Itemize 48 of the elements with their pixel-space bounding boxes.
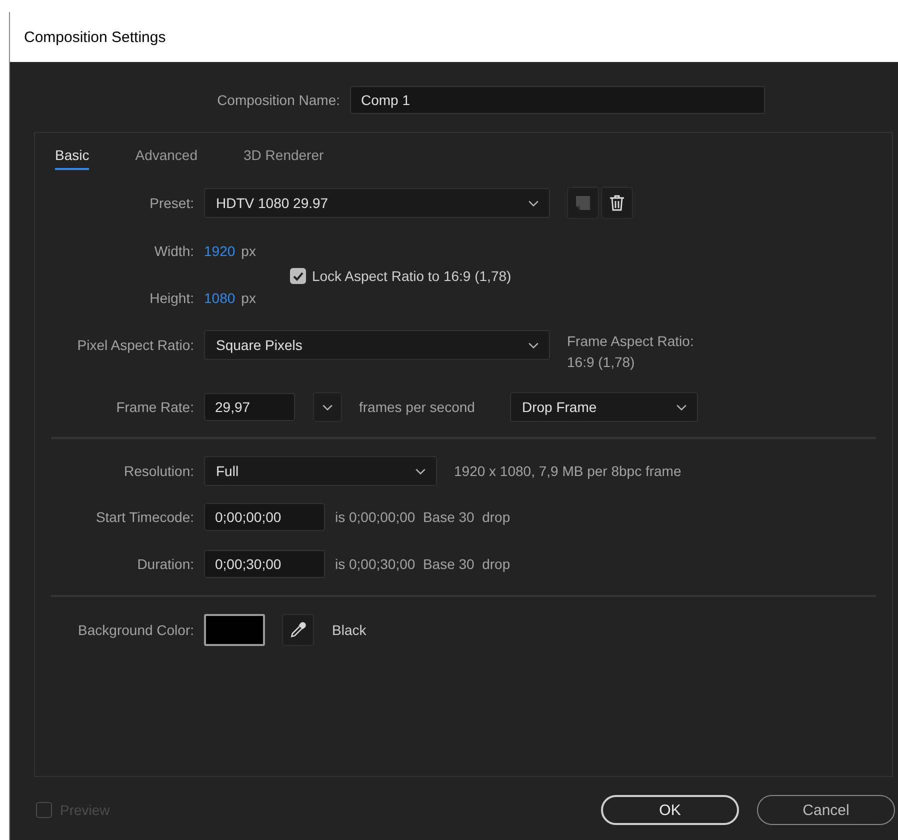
unit-label: frames per second (359, 399, 475, 415)
tab[interactable]: 3D Renderer (244, 143, 324, 170)
tab[interactable]: Advanced (135, 143, 198, 170)
tab[interactable]: Basic (55, 143, 90, 170)
chevron-icon (676, 404, 687, 410)
field-label: Composition Name: (216, 92, 340, 108)
ok-button[interactable]: OK (601, 795, 739, 825)
composition-name-field[interactable]: Comp 1 (350, 86, 765, 114)
eyedropper-button[interactable] (282, 614, 314, 646)
field-label: Frame Rate: (115, 399, 194, 415)
frame-aspect-label: Frame Aspect Ratio: (567, 332, 694, 351)
resolution-dropdown[interactable]: Full (204, 456, 437, 486)
field-label: Start Timecode: (94, 509, 194, 525)
eyedropper-icon (289, 621, 307, 639)
chevron-icon (322, 404, 333, 410)
frame-rate-field[interactable]: 29,97 (204, 393, 295, 421)
drop-frame-dropdown[interactable]: Drop Frame (510, 392, 698, 422)
window-title: Composition Settings (24, 28, 166, 46)
timecode-info: is 0;00;30;00 Base 30 drop (335, 556, 510, 572)
field-label: Resolution: (122, 463, 194, 479)
frame-rate-dropdown[interactable] (313, 392, 342, 422)
color-name: Black (332, 622, 366, 638)
preset-dropdown[interactable]: HDTV 1080 29.97 (204, 188, 550, 218)
field-label: Pixel Aspect Ratio: (76, 337, 194, 353)
frame-aspect-value: 16:9 (1,78) (567, 353, 636, 372)
width-value[interactable]: 1920 (204, 243, 236, 259)
resolution-info: 1920 x 1080, 7,9 MB per 8bpc frame (454, 463, 682, 479)
trash-icon (608, 194, 626, 212)
chevron-icon (528, 342, 539, 348)
unit-label: px (241, 290, 256, 306)
checkbox-label: Lock Aspect Ratio to 16:9 (1,78) (312, 268, 512, 284)
chevron-icon (528, 200, 539, 206)
field-label: Duration: (136, 556, 194, 572)
field-label: Width: (153, 243, 194, 259)
checkbox[interactable] (290, 268, 306, 284)
field-label: Height: (148, 290, 194, 306)
pixel-aspect-dropdown[interactable]: Square Pixels (204, 330, 550, 360)
height-value[interactable]: 1080 (204, 290, 236, 306)
delete-button[interactable] (601, 187, 633, 219)
color-swatch[interactable] (204, 614, 265, 646)
start-timecode-field[interactable]: 0;00;00;00 (204, 503, 325, 531)
duration-field[interactable]: 0;00;30;00 (204, 550, 325, 578)
field-label: Preset: (148, 195, 194, 211)
field-label: Background Color: (77, 622, 194, 638)
unit-label: px (241, 243, 256, 259)
cancel-button[interactable]: Cancel (757, 795, 895, 825)
timecode-info: is 0;00;00;00 Base 30 drop (335, 509, 510, 525)
chevron-icon (415, 468, 426, 474)
